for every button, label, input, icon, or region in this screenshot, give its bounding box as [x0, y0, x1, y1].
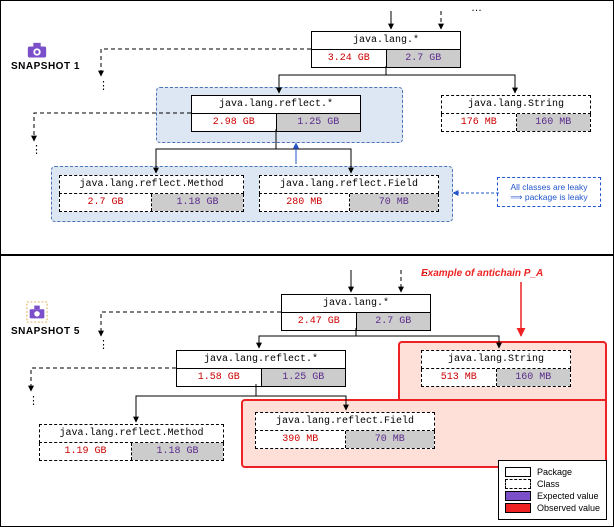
node-title: java.lang.reflect.Method: [59, 175, 244, 194]
expected-value: 1.18 GB: [132, 443, 223, 460]
expected-value: 1.25 GB: [262, 369, 346, 386]
observed-value: 280 MB: [260, 194, 350, 211]
ellipsis-1: …: [471, 2, 482, 14]
observed-value: 3.24 GB: [312, 50, 387, 67]
observed-value: 2.7 GB: [60, 194, 152, 211]
node-title: java.lang.String: [421, 350, 571, 369]
node-title: java.lang.reflect.Method: [39, 424, 224, 443]
legend-observed: Observed value: [505, 503, 600, 513]
observed-value: 1.19 GB: [40, 443, 132, 460]
expected-value: 70 MB: [350, 194, 439, 211]
svg-text:⋮: ⋮: [31, 144, 42, 156]
node-java-lang: java.lang.* 3.24 GB 2.7 GB: [311, 31, 461, 68]
legend-class: Class: [505, 479, 600, 489]
node-title: java.lang.reflect.Field: [255, 412, 435, 431]
observed-value: 390 MB: [256, 431, 346, 448]
snapshot5-panel: SNAPSHOT 5 Example of antichain P_A java…: [1, 256, 613, 526]
snapshot5-label: SNAPSHOT 5: [11, 326, 80, 337]
observed-value: 176 MB: [442, 114, 517, 131]
expected-value: 2.7 GB: [387, 50, 461, 67]
node-string: java.lang.String 176 MB 160 MB: [441, 95, 591, 132]
node-reflect-5: java.lang.reflect.* 1.58 GB 1.25 GB: [176, 350, 346, 387]
legend-label: Observed value: [537, 503, 600, 513]
expected-value: 160 MB: [517, 114, 591, 131]
node-method: java.lang.reflect.Method 2.7 GB 1.18 GB: [59, 175, 244, 212]
observed-value: 2.98 GB: [192, 114, 277, 131]
camera-icon: [26, 41, 48, 59]
node-string-5: java.lang.String 513 MB 160 MB: [421, 350, 571, 387]
svg-text:⋮: ⋮: [98, 339, 109, 351]
legend-label: Expected value: [537, 491, 599, 501]
snapshot1-label: SNAPSHOT 1: [11, 61, 80, 72]
snapshot1-panel: SNAPSHOT 1 java.lang.* 3.24 GB 2.7 GB ja…: [1, 1, 613, 256]
diagram-container: SNAPSHOT 1 java.lang.* 3.24 GB 2.7 GB ja…: [0, 0, 614, 527]
node-field-5: java.lang.reflect.Field 390 MB 70 MB: [255, 412, 435, 449]
legend-label: Class: [537, 479, 560, 489]
antichain-label: Example of antichain P_A: [421, 268, 543, 279]
expected-value: 160 MB: [497, 369, 571, 386]
observed-value: 1.58 GB: [177, 369, 262, 386]
callout-leaky: All classes are leaky ⟹ package is leaky: [497, 177, 601, 207]
observed-value: 2.47 GB: [282, 313, 357, 330]
node-title: java.lang.reflect.Field: [259, 175, 439, 194]
svg-text:⋮: ⋮: [98, 80, 109, 92]
node-java-lang-5: java.lang.* 2.47 GB 2.7 GB: [281, 294, 431, 331]
node-title: java.lang.*: [281, 294, 431, 313]
node-reflect: java.lang.reflect.* 2.98 GB 1.25 GB: [191, 95, 361, 132]
expected-value: 1.18 GB: [152, 194, 243, 211]
legend-expected: Expected value: [505, 491, 600, 501]
svg-text:⋮: ⋮: [28, 395, 39, 407]
node-title: java.lang.*: [311, 31, 461, 50]
legend: Package Class Expected value Observed va…: [498, 460, 607, 520]
node-field: java.lang.reflect.Field 280 MB 70 MB: [259, 175, 439, 212]
camera-icon: [26, 301, 48, 319]
node-title: java.lang.reflect.*: [176, 350, 346, 369]
expected-value: 1.25 GB: [277, 114, 361, 131]
node-title: java.lang.reflect.*: [191, 95, 361, 114]
legend-package: Package: [505, 467, 600, 477]
observed-value: 513 MB: [422, 369, 497, 386]
node-method-5: java.lang.reflect.Method 1.19 GB 1.18 GB: [39, 424, 224, 461]
expected-value: 2.7 GB: [357, 313, 431, 330]
expected-value: 70 MB: [346, 431, 435, 448]
node-title: java.lang.String: [441, 95, 591, 114]
legend-label: Package: [537, 467, 572, 477]
